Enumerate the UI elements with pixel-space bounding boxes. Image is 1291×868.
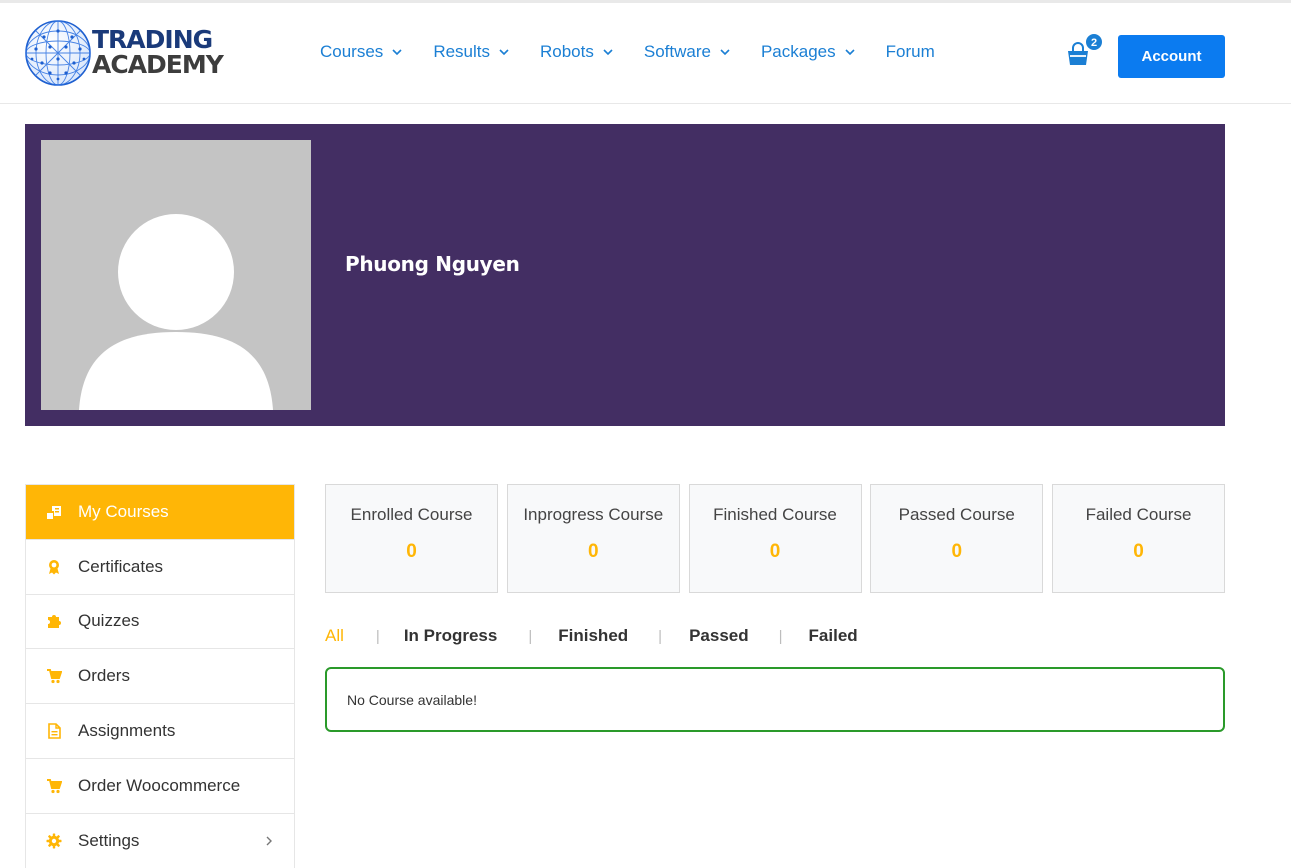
sidebar-item-label: Orders (78, 666, 130, 686)
sidebar-item-label: My Courses (78, 501, 169, 521)
nav-courses-label: Courses (320, 42, 384, 61)
nav-courses[interactable]: Courses (320, 42, 402, 62)
stat-failed: Failed Course 0 (1052, 484, 1225, 593)
tab-separator: | (528, 627, 533, 645)
chevron-down-icon (720, 47, 730, 57)
course-filter-tabs: All | In Progress | Finished | Passed | … (325, 624, 858, 648)
nav-robots[interactable]: Robots (540, 42, 613, 62)
logo-wordmark: TRADING ACADEMY (92, 25, 224, 79)
puzzle-icon (46, 613, 62, 629)
sidebar-item-quizzes[interactable]: Quizzes (26, 594, 294, 650)
course-stats: Enrolled Course 0 Inprogress Course 0 Fi… (325, 484, 1225, 593)
cart-count-badge: 2 (1085, 33, 1103, 51)
empty-courses-notice: No Course available! (325, 667, 1225, 732)
empty-message: No Course available! (347, 691, 477, 708)
stat-label: Failed Course (1085, 505, 1192, 524)
profile-avatar (41, 140, 311, 410)
sidebar-item-orders[interactable]: Orders (26, 649, 294, 704)
sidebar-item-assignments[interactable]: Assignments (26, 704, 294, 759)
sidebar-item-certificates[interactable]: Certificates (26, 539, 294, 595)
stat-label: Enrolled Course (350, 505, 473, 524)
cart-icon (46, 668, 62, 684)
stat-enrolled: Enrolled Course 0 (325, 484, 498, 593)
stat-finished: Finished Course 0 (688, 484, 862, 593)
stat-value: 0 (406, 541, 417, 562)
tab-separator: | (658, 627, 663, 645)
main-nav: Courses Results Robots Software Packages… (320, 42, 966, 62)
sidebar-item-label: Assignments (78, 720, 176, 740)
globe-icon (25, 20, 91, 86)
nav-software[interactable]: Software (644, 42, 730, 62)
site-logo[interactable]: TRADING ACADEMY (24, 19, 224, 87)
document-icon (46, 723, 62, 739)
nav-results[interactable]: Results (433, 42, 509, 62)
nav-robots-label: Robots (540, 42, 594, 61)
cart-icon (46, 778, 62, 794)
tab-finished[interactable]: Finished (558, 626, 628, 646)
stat-value: 0 (587, 541, 599, 562)
nav-packages[interactable]: Packages (761, 42, 855, 62)
profile-banner: Phuong Nguyen (25, 124, 1225, 426)
stat-label: Inprogress Course (523, 505, 664, 524)
stat-passed: Passed Course 0 (870, 484, 1044, 593)
sidebar-item-label: Certificates (78, 556, 164, 576)
sidebar-item-my-courses[interactable]: My Courses (26, 485, 294, 540)
account-button[interactable]: Account (1118, 35, 1225, 78)
chevron-right-icon (266, 836, 272, 846)
gear-icon (46, 833, 62, 849)
logo-line-1: TRADING (92, 25, 213, 54)
nav-results-label: Results (433, 42, 490, 61)
nav-software-label: Software (643, 42, 711, 61)
stat-inprogress: Inprogress Course 0 (506, 484, 680, 593)
stat-label: Passed Course (898, 505, 1015, 524)
award-icon (46, 559, 62, 575)
profile-name: Phuong Nguyen (345, 252, 520, 276)
nav-forum[interactable]: Forum (886, 42, 935, 62)
chevron-down-icon (499, 47, 509, 57)
stat-label: Finished Course (713, 505, 837, 524)
tab-separator: | (375, 627, 380, 645)
courses-icon (46, 504, 62, 520)
stat-value: 0 (1133, 541, 1144, 562)
sidebar-item-settings[interactable]: Settings (26, 813, 294, 868)
sidebar-item-order-woocommerce[interactable]: Order Woocommerce (26, 758, 294, 814)
nav-packages-label: Packages (760, 42, 836, 61)
tab-all[interactable]: All (325, 626, 344, 646)
stat-value: 0 (769, 541, 781, 562)
chevron-down-icon (845, 47, 855, 57)
tab-in-progress[interactable]: In Progress (404, 626, 498, 646)
nav-forum-label: Forum (885, 42, 935, 61)
logo-line-2: ACADEMY (92, 50, 224, 79)
sidebar-item-label: Order Woocommerce (78, 775, 241, 795)
profile-sidebar: My Courses Certificates Quizzes Orders A… (25, 484, 295, 868)
sidebar-item-label: Quizzes (78, 611, 140, 631)
tab-separator: | (778, 627, 783, 645)
chevron-down-icon (392, 47, 402, 57)
tab-failed[interactable]: Failed (809, 626, 858, 646)
site-header: TRADING ACADEMY Courses Results Robots S… (0, 3, 1291, 104)
tab-passed[interactable]: Passed (689, 626, 749, 646)
user-silhouette-icon (79, 214, 273, 410)
stat-value: 0 (951, 541, 963, 562)
sidebar-item-label: Settings (78, 830, 140, 850)
chevron-down-icon (603, 47, 613, 57)
